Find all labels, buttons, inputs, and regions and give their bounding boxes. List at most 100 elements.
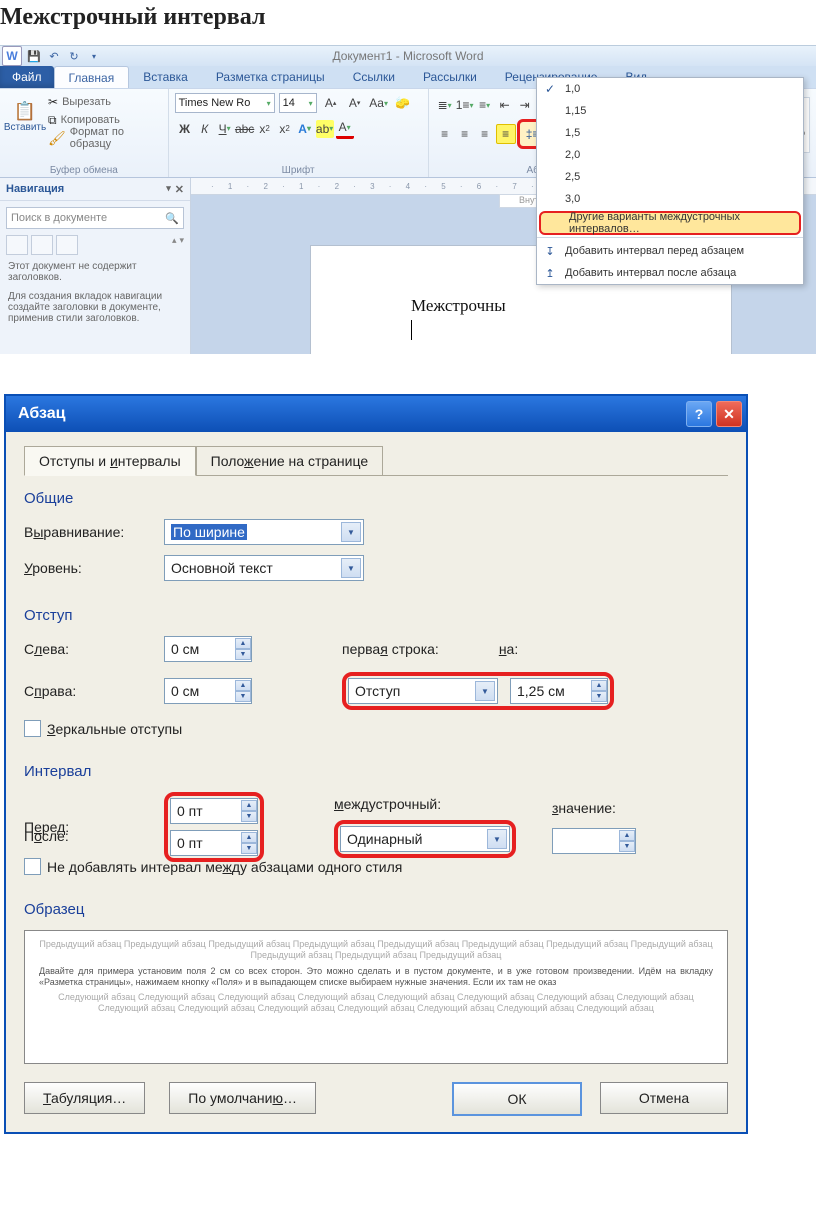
font-size-combo[interactable]: 14▾ xyxy=(279,93,317,113)
tab-insert[interactable]: Вставка xyxy=(129,66,202,88)
search-input[interactable]: Поиск в документе 🔍 xyxy=(6,207,184,229)
justify-icon[interactable]: ≡ xyxy=(496,124,516,144)
outline-combo[interactable]: Основной текст ▼ xyxy=(164,555,364,581)
copy-label: Копировать xyxy=(61,114,120,126)
indent-left-spin[interactable]: 0 см▲▼ xyxy=(164,636,252,662)
ls-item-1-0[interactable]: ✓1,0 xyxy=(537,78,803,100)
close-icon[interactable]: ✕ xyxy=(175,183,184,196)
nav-tab-pages[interactable] xyxy=(31,235,53,255)
nav-tab-headings[interactable] xyxy=(6,235,28,255)
ls-item-1-15[interactable]: 1,15 xyxy=(537,100,803,122)
alignment-value: По ширине xyxy=(171,524,247,540)
spacing-before-spin[interactable]: 0 пт▲▼ xyxy=(170,798,258,824)
dropdown-icon: ▼ xyxy=(475,681,495,701)
indent-right-spin[interactable]: 0 см ▲▼ xyxy=(164,678,252,704)
linespacing-at-label: значение: xyxy=(552,800,636,816)
spacing-after-spin[interactable]: 0 пт▲▼ xyxy=(170,830,258,856)
tab-pageflow[interactable]: Положение на странице xyxy=(196,446,383,475)
spin-up-icon[interactable]: ▲ xyxy=(591,680,607,691)
italic-icon[interactable]: К xyxy=(196,120,214,138)
nav-prev-icon[interactable]: ▴ xyxy=(172,235,177,255)
help-button[interactable]: ? xyxy=(686,401,712,427)
cut-icon[interactable]: ✂ xyxy=(48,95,58,109)
mirror-checkbox[interactable] xyxy=(24,720,41,737)
bullets-icon[interactable]: ≣▾ xyxy=(436,96,454,114)
copy-icon[interactable]: ⧉ xyxy=(48,113,57,128)
spin-up-icon[interactable]: ▲ xyxy=(235,680,251,691)
spin-up-icon[interactable]: ▲ xyxy=(241,832,257,843)
spin-down-icon[interactable]: ▼ xyxy=(591,691,607,702)
spin-up-icon[interactable]: ▲ xyxy=(619,830,635,841)
ls-item-add-before[interactable]: ↧Добавить интервал перед абзацем xyxy=(537,240,803,262)
dec-indent-icon[interactable]: ⇤ xyxy=(496,96,514,114)
check-icon: ✓ xyxy=(545,82,555,96)
tab-references[interactable]: Ссылки xyxy=(339,66,409,88)
firstline-by-spin[interactable]: 1,25 см▲▼ xyxy=(510,678,608,704)
paragraph-dialog: Абзац ? ✕ Отступы и интервалы Положение … xyxy=(4,394,748,1134)
nav-next-icon[interactable]: ▾ xyxy=(179,235,184,255)
text-effect-icon[interactable]: A▾ xyxy=(296,120,314,138)
font-name-combo[interactable]: Times New Ro▾ xyxy=(175,93,275,113)
tab-home[interactable]: Главная xyxy=(54,66,130,89)
qat-customize-icon[interactable]: ▾ xyxy=(86,48,102,64)
default-button[interactable]: По умолчанию… xyxy=(169,1082,316,1114)
search-placeholder: Поиск в документе xyxy=(11,212,107,224)
dropdown-icon[interactable]: ▾ xyxy=(166,183,171,196)
spin-up-icon[interactable]: ▲ xyxy=(235,638,251,649)
linespacing-combo[interactable]: Одинарный ▼ xyxy=(340,826,510,852)
linespacing-at-spin[interactable]: ▲▼ xyxy=(552,828,636,854)
dontadd-checkbox[interactable] xyxy=(24,858,41,875)
spin-down-icon[interactable]: ▼ xyxy=(235,691,251,702)
tab-layout[interactable]: Разметка страницы xyxy=(202,66,339,88)
shrink-font-icon[interactable]: A▾ xyxy=(346,94,364,112)
cancel-button[interactable]: Отмена xyxy=(600,1082,728,1114)
ls-item-2-0[interactable]: 2,0 xyxy=(537,144,803,166)
section-spacing: Интервал xyxy=(24,763,728,780)
spacing-spinners-highlight: 0 пт▲▼ 0 пт▲▼ xyxy=(164,792,264,862)
align-center-icon[interactable]: ≡ xyxy=(456,125,474,143)
font-color-icon[interactable]: A▾ xyxy=(336,118,354,139)
redo-icon[interactable]: ↻ xyxy=(66,48,82,64)
save-icon[interactable]: 💾 xyxy=(26,48,42,64)
format-painter-icon[interactable]: 🖌 xyxy=(48,130,66,147)
tab-file[interactable]: Файл xyxy=(0,66,54,88)
numbers-icon[interactable]: 1≡▾ xyxy=(456,96,474,114)
nav-tab-results[interactable] xyxy=(56,235,78,255)
ls-item-add-after[interactable]: ↥Добавить интервал после абзаца xyxy=(537,262,803,284)
change-case-icon[interactable]: Aa▾ xyxy=(370,94,388,112)
superscript-icon[interactable]: x2 xyxy=(276,120,294,138)
tabs-button[interactable]: Табуляция… xyxy=(24,1082,145,1114)
paste-button[interactable]: 📋Вставить xyxy=(7,94,43,140)
spin-down-icon[interactable]: ▼ xyxy=(619,841,635,852)
spin-down-icon[interactable]: ▼ xyxy=(241,811,257,822)
ls-item-other[interactable]: Другие варианты междустрочных интервалов… xyxy=(539,211,801,235)
spin-up-icon[interactable]: ▲ xyxy=(241,800,257,811)
highlight-icon[interactable]: ab▾ xyxy=(316,120,334,138)
multilevel-icon[interactable]: ≡▾ xyxy=(476,96,494,114)
ls-item-2-5[interactable]: 2,5 xyxy=(537,166,803,188)
indent-right-value: 0 см xyxy=(171,683,199,699)
spin-down-icon[interactable]: ▼ xyxy=(241,843,257,854)
subscript-icon[interactable]: x2 xyxy=(256,120,274,138)
tab-mailings[interactable]: Рассылки xyxy=(409,66,491,88)
align-right-icon[interactable]: ≡ xyxy=(476,125,494,143)
ok-button[interactable]: ОК xyxy=(452,1082,582,1116)
document-title: Документ1 - Microsoft Word xyxy=(332,49,483,63)
nav-hint-2: Для создания вкладок навигации создайте … xyxy=(8,291,182,324)
close-button[interactable]: ✕ xyxy=(716,401,742,427)
ls-item-3-0[interactable]: 3,0 xyxy=(537,188,803,210)
text-cursor xyxy=(411,320,412,340)
ls-item-1-5[interactable]: 1,5 xyxy=(537,122,803,144)
bold-icon[interactable]: Ж xyxy=(176,120,194,138)
tab-indents[interactable]: Отступы и интервалы xyxy=(24,446,196,476)
strike-icon[interactable]: abc xyxy=(236,120,254,138)
undo-icon[interactable]: ↶ xyxy=(46,48,62,64)
grow-font-icon[interactable]: A▴ xyxy=(322,94,340,112)
spin-down-icon[interactable]: ▼ xyxy=(235,649,251,660)
underline-icon[interactable]: Ч▾ xyxy=(216,120,234,138)
align-left-icon[interactable]: ≡ xyxy=(436,125,454,143)
inc-indent-icon[interactable]: ⇥ xyxy=(516,96,534,114)
alignment-combo[interactable]: По ширине ▼ xyxy=(164,519,364,545)
firstline-combo[interactable]: Отступ ▼ xyxy=(348,678,498,704)
clear-format-icon[interactable]: 🧽 xyxy=(394,94,412,112)
